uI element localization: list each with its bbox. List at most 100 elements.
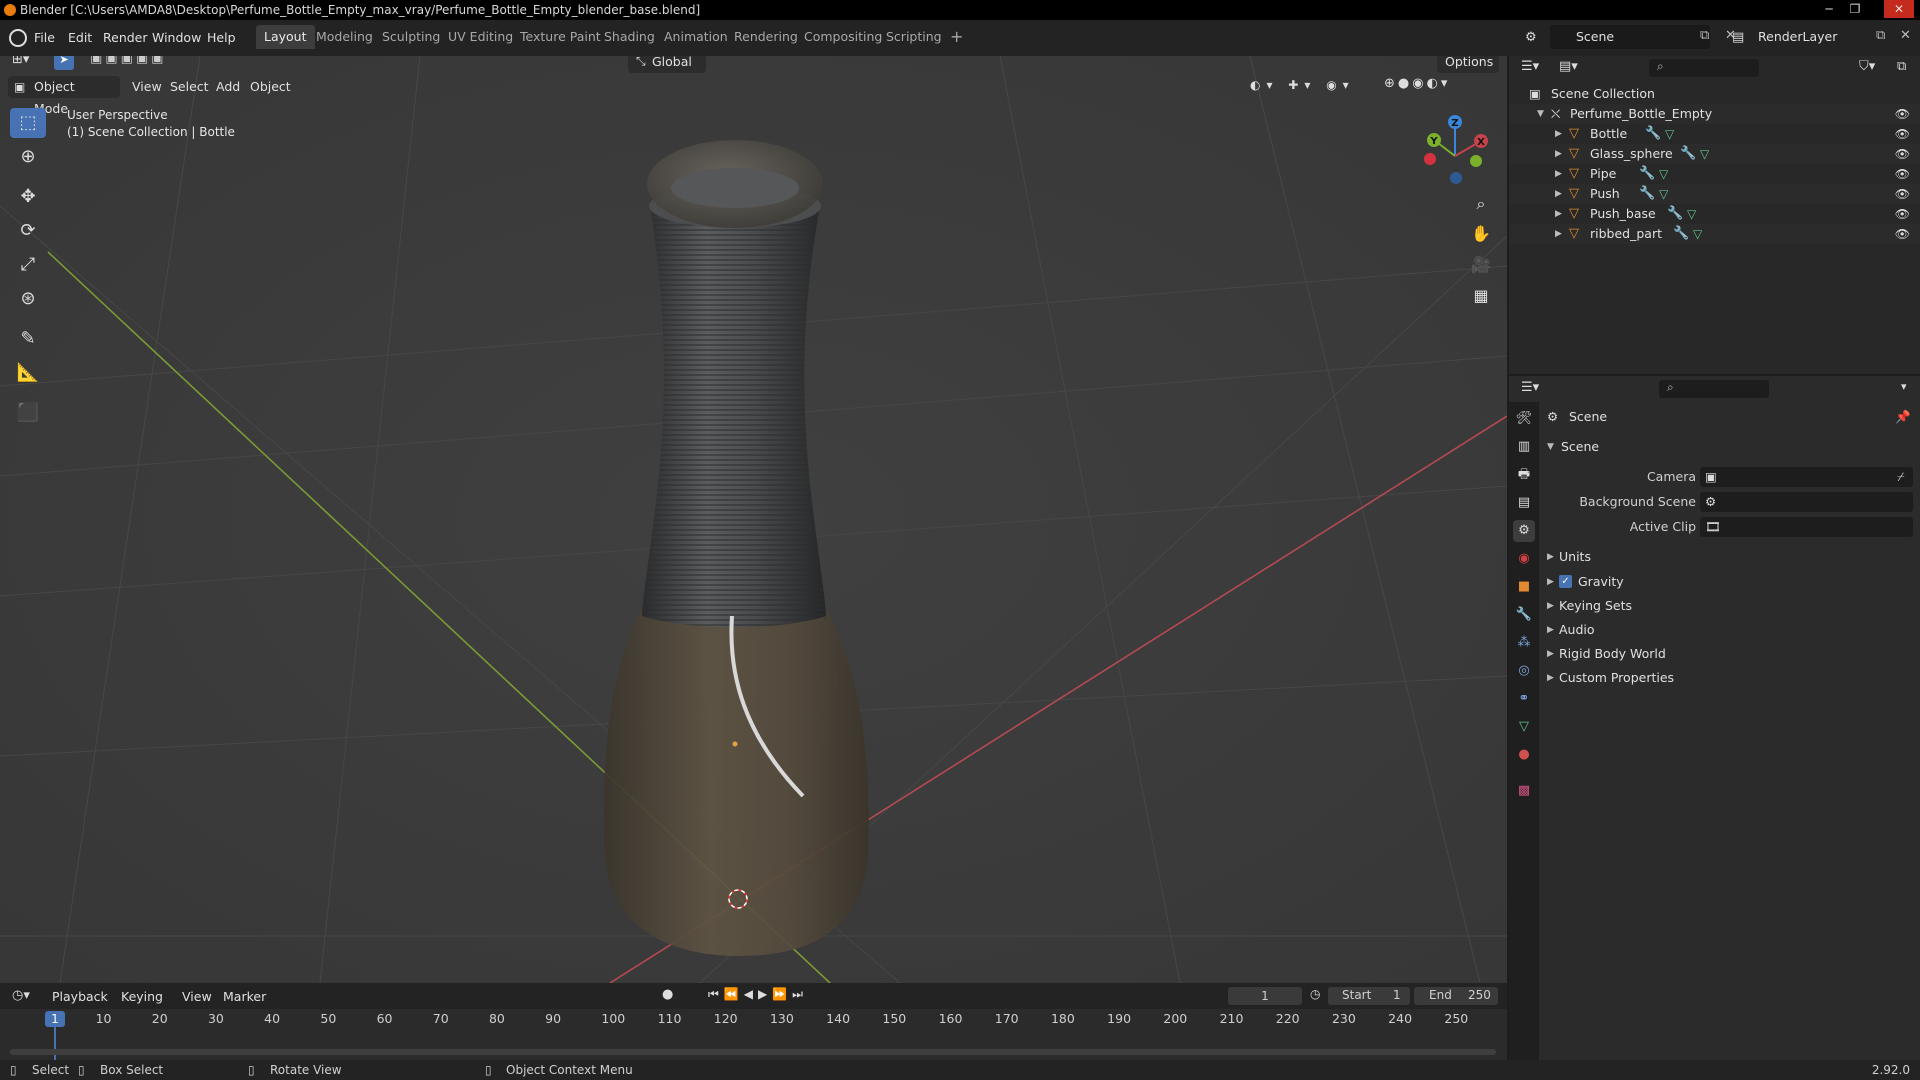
tab-modeling[interactable]: Modeling (308, 25, 381, 49)
timeline-menu-playback[interactable]: Playback (52, 986, 108, 1008)
tab-data[interactable]: ▽ (1513, 716, 1535, 738)
expand-icon[interactable]: ▶ (1547, 546, 1554, 568)
eye-icon[interactable]: 👁 (1895, 204, 1910, 224)
active-clip-field[interactable] (1700, 517, 1913, 537)
filter-icon[interactable]: ⛉▾ (1859, 59, 1875, 74)
measure-tool[interactable]: 📐 (10, 358, 46, 388)
menu-window[interactable]: Window (152, 20, 201, 56)
select-box-tool[interactable]: ⬚ (10, 108, 46, 138)
timeline-menu-view[interactable]: View (182, 986, 212, 1008)
tab-uv-editing[interactable]: UV Editing (440, 25, 521, 49)
tab-scripting[interactable]: Scripting (878, 25, 950, 49)
timeline-editor-icon[interactable]: ◷▾ (12, 988, 30, 1003)
tab-tool[interactable]: 🛠 (1513, 408, 1535, 430)
tab-world[interactable]: ◉ (1513, 548, 1535, 570)
add-cube-tool[interactable]: ⬛ (10, 398, 46, 428)
eye-icon[interactable]: 👁 (1895, 124, 1910, 144)
tab-compositing[interactable]: Compositing (796, 25, 890, 49)
eye-icon[interactable]: 👁 (1895, 224, 1910, 244)
tab-texture-paint[interactable]: Texture Paint (512, 25, 609, 49)
tab-view-layer[interactable]: ▤ (1513, 492, 1535, 514)
section-gravity[interactable]: ▶ ✓ Gravity (1547, 571, 1920, 593)
expand-icon[interactable]: ▶ (1555, 164, 1562, 184)
visibility-icons[interactable]: ◐▾ ✚▾ ◉▾ (1250, 78, 1355, 92)
expand-icon[interactable]: ▶ (1547, 571, 1554, 593)
timeline-menu-marker[interactable]: Marker (223, 986, 266, 1008)
blender-menu-icon[interactable] (9, 29, 27, 47)
gravity-checkbox[interactable]: ✓ (1559, 575, 1572, 588)
outliner-item-bottle[interactable]: ▶ ▽ Bottle 🔧 ▽ 👁 (1509, 124, 1920, 144)
eye-icon[interactable]: 👁 (1895, 164, 1910, 184)
tab-animation[interactable]: Animation (656, 25, 736, 49)
outliner-item-pipe[interactable]: ▶ ▽ Pipe 🔧 ▽ 👁 (1509, 164, 1920, 184)
tab-scene[interactable]: ⚙ (1513, 520, 1535, 542)
tab-texture[interactable]: ▩ (1513, 780, 1535, 802)
chevron-down-icon[interactable]: ▾ (1901, 380, 1907, 393)
scene-selector[interactable]: Scene (1550, 25, 1710, 49)
section-audio[interactable]: ▶ Audio (1547, 619, 1920, 641)
options-button[interactable]: Options (1437, 56, 1499, 73)
shading-mode-icons[interactable]: ⊕●◉◐▾ (1384, 76, 1450, 91)
ortho-toggle-button[interactable]: ▦ (1467, 282, 1495, 310)
tab-rendering[interactable]: Rendering (726, 25, 806, 49)
outliner-item-glass-sphere[interactable]: ▶ ▽ Glass_sphere 🔧 ▽ 👁 (1509, 144, 1920, 164)
add-workspace-button[interactable]: + (942, 25, 971, 49)
menu-file[interactable]: File (34, 20, 55, 56)
outliner-collection[interactable]: ▼ ⛌ Perfume_Bottle_Empty 👁 (1509, 104, 1920, 124)
eyedropper-icon[interactable]: ⌿ (1897, 466, 1905, 488)
play-icon[interactable]: ⏮⏪◀▶⏩⏭ (708, 987, 808, 1002)
tab-constraints[interactable]: ⚭ (1513, 688, 1535, 710)
zoom-button[interactable]: ⌕ (1467, 190, 1495, 218)
tab-modifiers[interactable]: 🔧 (1513, 604, 1535, 626)
playhead[interactable]: 1 (45, 1011, 65, 1027)
outliner-item-push-base[interactable]: ▶ ▽ Push_base 🔧 ▽ 👁 (1509, 204, 1920, 224)
close-button[interactable]: ✕ (1884, 0, 1914, 18)
3d-viewport[interactable]: Z Y X Object Mode ▣ View Select Add Obje… (0, 56, 1507, 983)
editor-type-icon[interactable]: ⊞▾ (12, 56, 29, 67)
annotate-tool[interactable]: ✎ (10, 324, 46, 354)
outliner-search-input[interactable] (1649, 59, 1759, 77)
tab-particles[interactable]: ⁂ (1513, 632, 1535, 654)
tab-physics[interactable]: ◎ (1513, 660, 1535, 682)
camera-field[interactable] (1700, 467, 1913, 487)
expand-icon[interactable]: ▶ (1555, 224, 1562, 244)
tab-output[interactable]: 🖶 (1513, 464, 1535, 486)
eye-icon[interactable]: 👁 (1895, 184, 1910, 204)
menu-edit[interactable]: Edit (68, 20, 92, 56)
tab-shading[interactable]: Shading (596, 25, 663, 49)
timeline-menu-keying[interactable]: Keying (121, 986, 163, 1008)
cursor-tool[interactable]: ⊕ (10, 142, 46, 172)
expand-icon[interactable]: ▶ (1547, 643, 1554, 665)
expand-icon[interactable]: ▶ (1547, 667, 1554, 689)
camera-view-button[interactable]: 🎥 (1467, 251, 1495, 279)
scene-panel-header[interactable]: ▼ Scene (1547, 436, 1920, 458)
tab-object[interactable]: ■ (1513, 576, 1535, 598)
outliner-item-push[interactable]: ▶ ▽ Push 🔧 ▽ 👁 (1509, 184, 1920, 204)
section-rigid-body-world[interactable]: ▶ Rigid Body World (1547, 643, 1920, 665)
select-mode-icon[interactable]: ➤ (54, 56, 74, 70)
pin-icon[interactable]: 📌 (1895, 406, 1911, 428)
outliner-item-ribbed-part[interactable]: ▶ ▽ ribbed_part 🔧 ▽ 👁 (1509, 224, 1920, 244)
current-frame-field[interactable]: 1 (1228, 987, 1302, 1005)
new-scene-icon[interactable]: ⧉ (1700, 28, 1709, 43)
expand-icon[interactable]: ▶ (1555, 184, 1562, 204)
new-layer-icon[interactable]: ⧉ (1876, 28, 1885, 43)
viewport-menu-add[interactable]: Add (216, 76, 240, 98)
expand-icon[interactable]: ▶ (1547, 595, 1554, 617)
maximize-button[interactable]: ❐ (1844, 0, 1866, 18)
section-units[interactable]: ▶ Units (1547, 546, 1920, 568)
expand-icon[interactable]: ▶ (1555, 144, 1562, 164)
section-custom-properties[interactable]: ▶ Custom Properties (1547, 667, 1920, 689)
properties-editor-icon[interactable]: ☰▾ (1521, 380, 1539, 395)
expand-icon[interactable]: ▼ (1547, 436, 1554, 458)
selection-mode-icons[interactable]: ▣▣▣▣▣ (90, 56, 166, 66)
expand-icon[interactable]: ▶ (1555, 204, 1562, 224)
menu-help[interactable]: Help (207, 20, 236, 56)
scale-tool[interactable]: ⤢ (10, 250, 46, 280)
outliner-editor-icon[interactable]: ☰▾ (1521, 59, 1539, 74)
expand-icon[interactable]: ▶ (1555, 124, 1562, 144)
move-tool[interactable]: ✥ (10, 182, 46, 212)
timeline-scrollbar[interactable] (10, 1049, 1496, 1055)
outliner-scene-collection[interactable]: ▣ Scene Collection (1509, 84, 1920, 104)
pan-button[interactable]: ✋ (1467, 220, 1495, 248)
